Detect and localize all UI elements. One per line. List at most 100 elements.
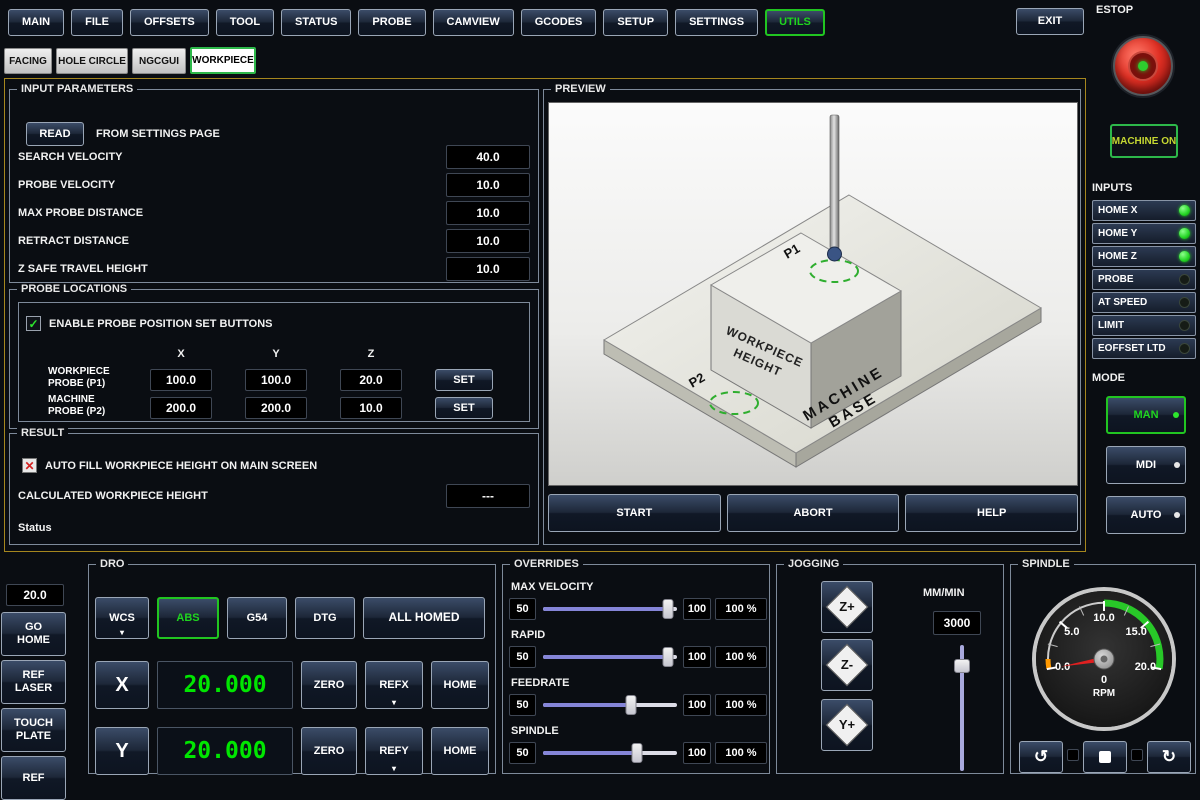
spindle-stop-button[interactable]	[1083, 741, 1127, 773]
slider-fill	[543, 751, 637, 755]
autofill-label: AUTO FILL WORKPIECE HEIGHT ON MAIN SCREE…	[45, 460, 317, 472]
jog-z-plus-button[interactable]: Z+	[821, 581, 873, 633]
max-probe-distance-value[interactable]: 10.0	[446, 201, 530, 225]
mode-auto-button[interactable]: AUTO	[1106, 496, 1186, 534]
column-z-header: Z	[340, 348, 402, 360]
mode-mdi-button[interactable]: MDI	[1106, 446, 1186, 484]
tab-hole-circle[interactable]: HOLE CIRCLE	[56, 48, 128, 74]
menu-camview[interactable]: CAMVIEW	[433, 9, 514, 36]
tab-workpiece[interactable]: WORKPIECE	[190, 47, 256, 74]
z-safe-travel-label: Z SAFE TRAVEL HEIGHT	[18, 263, 148, 275]
x-ref-button[interactable]: REFX ▾	[365, 661, 423, 709]
slider-handle[interactable]	[626, 695, 637, 715]
menu-tool[interactable]: TOOL	[216, 9, 274, 36]
slider-handle[interactable]	[631, 743, 642, 763]
dtg-button[interactable]: DTG	[295, 597, 355, 639]
feedrate-row: 50 100 100 %	[503, 693, 769, 717]
abs-button[interactable]: ABS	[157, 597, 219, 639]
p1-x-value[interactable]: 100.0	[150, 369, 212, 391]
rapid-slider[interactable]	[543, 645, 677, 669]
spindle-cw-button[interactable]: ↻	[1147, 741, 1191, 773]
calculated-height-value: ---	[446, 484, 530, 508]
y-axis-button[interactable]: Y	[95, 727, 149, 775]
p1-set-button[interactable]: SET	[435, 369, 493, 391]
max-velocity-slider[interactable]	[543, 597, 677, 621]
menu-status[interactable]: STATUS	[281, 9, 351, 36]
input-indicator-home-x: HOME X	[1092, 200, 1196, 221]
p2-set-button[interactable]: SET	[435, 397, 493, 419]
y-ref-button[interactable]: REFY ▾	[365, 727, 423, 775]
jog-y-plus-button[interactable]: Y+	[821, 699, 873, 751]
input-parameters-title: INPUT PARAMETERS	[17, 83, 137, 95]
help-button[interactable]: HELP	[905, 494, 1078, 532]
search-velocity-value[interactable]: 40.0	[446, 145, 530, 169]
y-home-button[interactable]: HOME	[431, 727, 489, 775]
x-home-button[interactable]: HOME	[431, 661, 489, 709]
z-safe-travel-value[interactable]: 10.0	[446, 257, 530, 281]
menu-utils[interactable]: UTILS	[765, 9, 825, 36]
utils-tab-row: FACING HOLE CIRCLE NGCGUI WORKPIECE	[4, 47, 256, 74]
p2-x-value[interactable]: 200.0	[150, 397, 212, 419]
menu-main[interactable]: MAIN	[8, 9, 64, 36]
estop-title: ESTOP	[1096, 4, 1133, 16]
p2-z-value[interactable]: 10.0	[340, 397, 402, 419]
ref-laser-button[interactable]: REF LASER	[1, 660, 66, 704]
g54-button[interactable]: G54	[227, 597, 287, 639]
y-zero-button[interactable]: ZERO	[301, 727, 357, 775]
p2-y-value[interactable]: 200.0	[245, 397, 307, 419]
menu-offsets[interactable]: OFFSETS	[130, 9, 209, 36]
stop-icon	[1099, 751, 1111, 763]
go-home-button[interactable]: GO HOME	[1, 612, 66, 656]
result-group: RESULT ✕ AUTO FILL WORKPIECE HEIGHT ON M…	[9, 433, 539, 545]
x-zero-button[interactable]: ZERO	[301, 661, 357, 709]
wcs-button[interactable]: WCS ▾	[95, 597, 149, 639]
retract-distance-value[interactable]: 10.0	[446, 229, 530, 253]
spindle-ov-percent: 100 %	[715, 742, 767, 764]
machine-on-button[interactable]: MACHINE ON	[1110, 124, 1178, 158]
ccw-arrow-icon: ↺	[1034, 747, 1048, 767]
touch-plate-line2: PLATE	[16, 730, 51, 743]
enable-probe-checkbox[interactable]: ✓	[26, 316, 41, 331]
spindle-ov-label: SPINDLE	[511, 725, 559, 737]
mode-title: MODE	[1092, 372, 1125, 384]
spindle-group: SPINDLE 0.0 5.0 10.0 15.0 20.0	[1010, 564, 1196, 774]
spindle-ccw-button[interactable]: ↺	[1019, 741, 1063, 773]
exit-button[interactable]: EXIT	[1016, 8, 1084, 35]
jog-speed-slider[interactable]	[953, 645, 971, 771]
autofill-checkbox[interactable]: ✕	[22, 458, 37, 473]
menu-probe[interactable]: PROBE	[358, 9, 425, 36]
menu-file[interactable]: FILE	[71, 9, 123, 36]
abort-button[interactable]: ABORT	[727, 494, 900, 532]
input-indicator-probe: PROBE	[1092, 269, 1196, 290]
slider-handle[interactable]	[954, 659, 970, 673]
slider-handle[interactable]	[662, 647, 673, 667]
x-axis-button[interactable]: X	[95, 661, 149, 709]
overrides-title: OVERRIDES	[510, 558, 583, 570]
mode-man-button[interactable]: MAN	[1106, 396, 1186, 434]
refx-caret-icon: ▾	[392, 699, 396, 707]
p1-z-value[interactable]: 20.0	[340, 369, 402, 391]
quick-value-display: 20.0	[6, 584, 64, 606]
ref-button[interactable]: REF	[1, 756, 66, 800]
ref-laser-line2: LASER	[15, 682, 52, 695]
read-button[interactable]: READ	[26, 122, 84, 146]
menu-settings[interactable]: SETTINGS	[675, 9, 758, 36]
mode-mdi-indicator-dot	[1174, 462, 1180, 468]
p1-y-value[interactable]: 100.0	[245, 369, 307, 391]
feedrate-slider[interactable]	[543, 693, 677, 717]
touch-plate-button[interactable]: TOUCH PLATE	[1, 708, 66, 752]
tab-ngcgui[interactable]: NGCGUI	[132, 48, 186, 74]
menu-setup[interactable]: SETUP	[603, 9, 668, 36]
estop-button[interactable]	[1113, 36, 1173, 96]
jog-z-minus-button[interactable]: Z-	[821, 639, 873, 691]
all-homed-button[interactable]: ALL HOMED	[363, 597, 485, 639]
spindle-title: SPINDLE	[1018, 558, 1074, 570]
wcs-label: WCS	[109, 612, 135, 625]
tab-facing[interactable]: FACING	[4, 48, 52, 74]
start-button[interactable]: START	[548, 494, 721, 532]
menu-gcodes[interactable]: GCODES	[521, 9, 597, 36]
slider-handle[interactable]	[662, 599, 673, 619]
input-indicator-home-y: HOME Y	[1092, 223, 1196, 244]
probe-velocity-value[interactable]: 10.0	[446, 173, 530, 197]
spindle-ov-slider[interactable]	[543, 741, 677, 765]
